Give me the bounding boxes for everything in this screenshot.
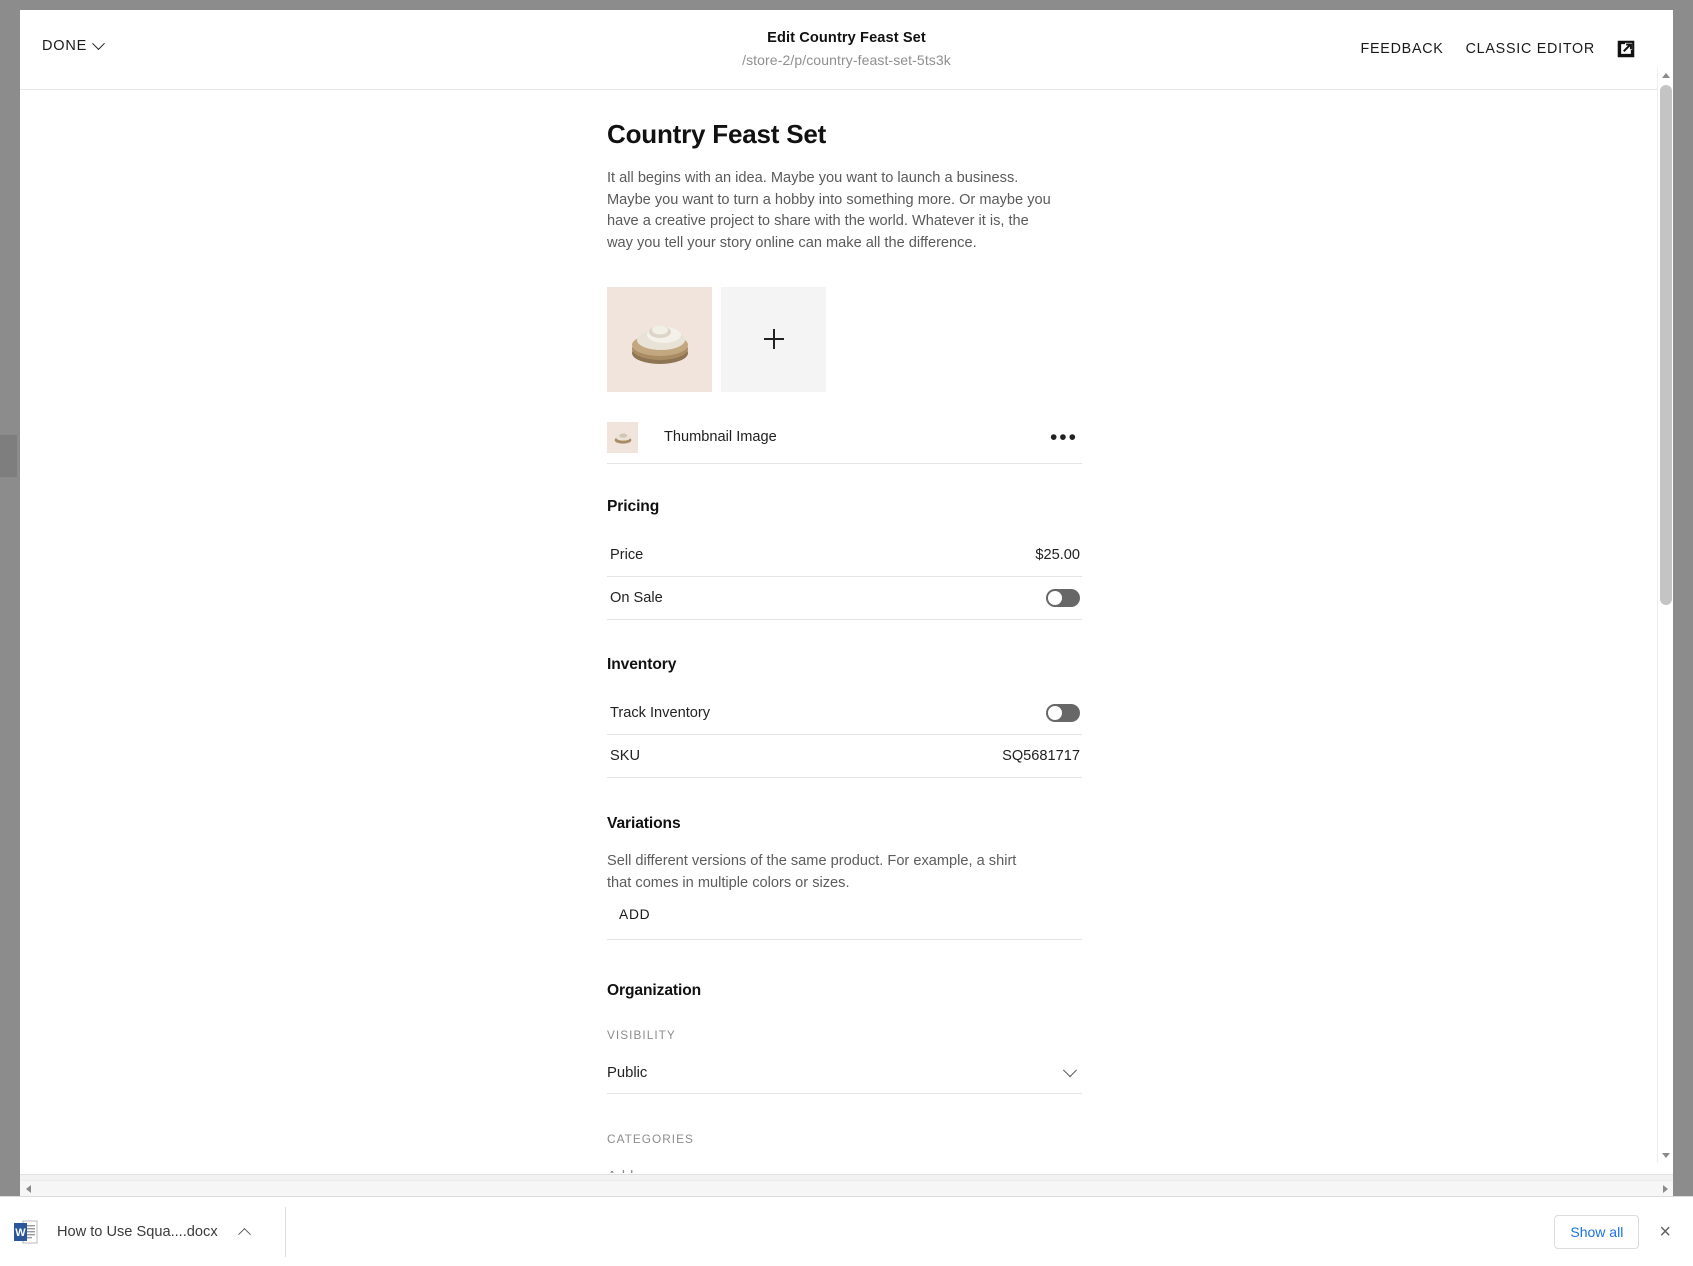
product-description: It all begins with an idea. Maybe you wa…	[607, 170, 1051, 252]
backdrop-top-right	[390, 0, 1693, 10]
word-document-icon: W	[14, 1220, 38, 1243]
background-panel-sliver	[0, 435, 17, 477]
add-image-button[interactable]	[721, 286, 826, 392]
toggle-knob	[1048, 590, 1062, 605]
download-item[interactable]: W How to Use Squa....docx	[14, 1209, 263, 1255]
scroll-right-button[interactable]	[1657, 1181, 1673, 1197]
visibility-value: Public	[607, 1065, 648, 1082]
svg-text:W: W	[15, 1227, 26, 1239]
on-sale-toggle[interactable]	[1046, 588, 1080, 607]
categories-input[interactable]: Add...	[607, 1158, 1082, 1173]
organization-heading: Organization	[607, 981, 702, 999]
classic-editor-button[interactable]: CLASSIC EDITOR	[1466, 41, 1595, 57]
thumbnail-overflow-menu-button[interactable]: •••	[1050, 427, 1082, 448]
plus-icon	[763, 329, 784, 350]
done-button[interactable]: DONE	[42, 36, 105, 54]
close-icon[interactable]: ×	[1655, 1218, 1675, 1246]
caret-up-icon	[1662, 72, 1670, 78]
chevron-down-icon	[92, 36, 105, 50]
product-form: Country Feast Set It all begins with an …	[607, 91, 1082, 1173]
external-link-icon[interactable]	[1617, 40, 1635, 58]
add-variation-button[interactable]: ADD	[607, 907, 1082, 940]
track-inventory-row: Track Inventory	[607, 692, 1082, 735]
inventory-heading: Inventory	[607, 655, 677, 673]
caret-right-icon	[1662, 1185, 1668, 1193]
variations-description: Sell different versions of the same prod…	[607, 852, 1017, 891]
image-gallery	[607, 286, 1082, 392]
thumbnail-swatch	[607, 421, 638, 453]
download-file-name: How to Use Squa....docx	[57, 1223, 218, 1240]
download-bar-actions: Show all ×	[1554, 1214, 1675, 1249]
feedback-button[interactable]: FEEDBACK	[1361, 41, 1444, 57]
bowl-mini-icon	[614, 433, 632, 444]
sku-label: SKU	[610, 747, 641, 764]
caret-left-icon	[25, 1185, 31, 1193]
editor-top-bar: DONE Edit Country Feast Set /store-2/p/c…	[20, 10, 1673, 90]
price-label: Price	[610, 546, 644, 563]
product-title: Country Feast Set	[607, 119, 827, 149]
horizontal-scrollbar[interactable]	[20, 1180, 1673, 1196]
sku-row[interactable]: SKU SQ5681717	[607, 735, 1082, 778]
editor-scroll-area: Country Feast Set It all begins with an …	[20, 91, 1673, 1173]
done-label: DONE	[42, 38, 88, 54]
visibility-label: VISIBILITY	[607, 1027, 676, 1042]
backdrop-left	[0, 20, 20, 1196]
bowl-image	[631, 325, 688, 364]
scroll-down-button[interactable]	[1658, 1147, 1674, 1163]
show-all-button[interactable]: Show all	[1554, 1214, 1640, 1249]
pricing-rows: Price $25.00 On Sale	[607, 534, 1082, 620]
thumbnail-label: Thumbnail Image	[664, 429, 777, 446]
categories-label: CATEGORIES	[607, 1131, 694, 1146]
product-image-thumbnail[interactable]	[607, 286, 712, 392]
sku-value: SQ5681717	[1002, 747, 1080, 764]
top-bar-actions: FEEDBACK CLASSIC EDITOR	[1361, 40, 1635, 58]
download-bar: W How to Use Squa....docx Show all ×	[0, 1196, 1693, 1266]
price-value: $25.00	[1035, 546, 1080, 563]
thumbnail-image-row[interactable]: Thumbnail Image •••	[607, 412, 1082, 464]
caret-down-icon	[1662, 1152, 1670, 1158]
on-sale-row: On Sale	[607, 577, 1082, 620]
scroll-left-button[interactable]	[20, 1181, 36, 1197]
inventory-rows: Track Inventory SKU SQ5681717	[607, 692, 1082, 778]
track-inventory-label: Track Inventory	[610, 704, 711, 721]
chevron-up-icon[interactable]	[237, 1227, 251, 1241]
toggle-knob	[1048, 705, 1062, 720]
backdrop-right	[1673, 10, 1693, 1196]
categories-placeholder: Add...	[607, 1169, 646, 1173]
visibility-select[interactable]: Public	[607, 1054, 1082, 1094]
vertical-scrollbar[interactable]	[1657, 67, 1673, 1163]
scroll-up-button[interactable]	[1658, 67, 1674, 83]
vertical-scrollbar-thumb[interactable]	[1660, 85, 1672, 605]
variations-heading: Variations	[607, 814, 681, 832]
price-row[interactable]: Price $25.00	[607, 534, 1082, 577]
chevron-down-icon	[1062, 1063, 1078, 1078]
on-sale-label: On Sale	[610, 589, 663, 606]
track-inventory-toggle[interactable]	[1046, 703, 1080, 722]
desktop-backdrop: DONE Edit Country Feast Set /store-2/p/c…	[0, 0, 1693, 1266]
download-bar-divider	[284, 1206, 286, 1257]
product-editor-window: DONE Edit Country Feast Set /store-2/p/c…	[20, 10, 1673, 1199]
pricing-heading: Pricing	[607, 497, 660, 515]
